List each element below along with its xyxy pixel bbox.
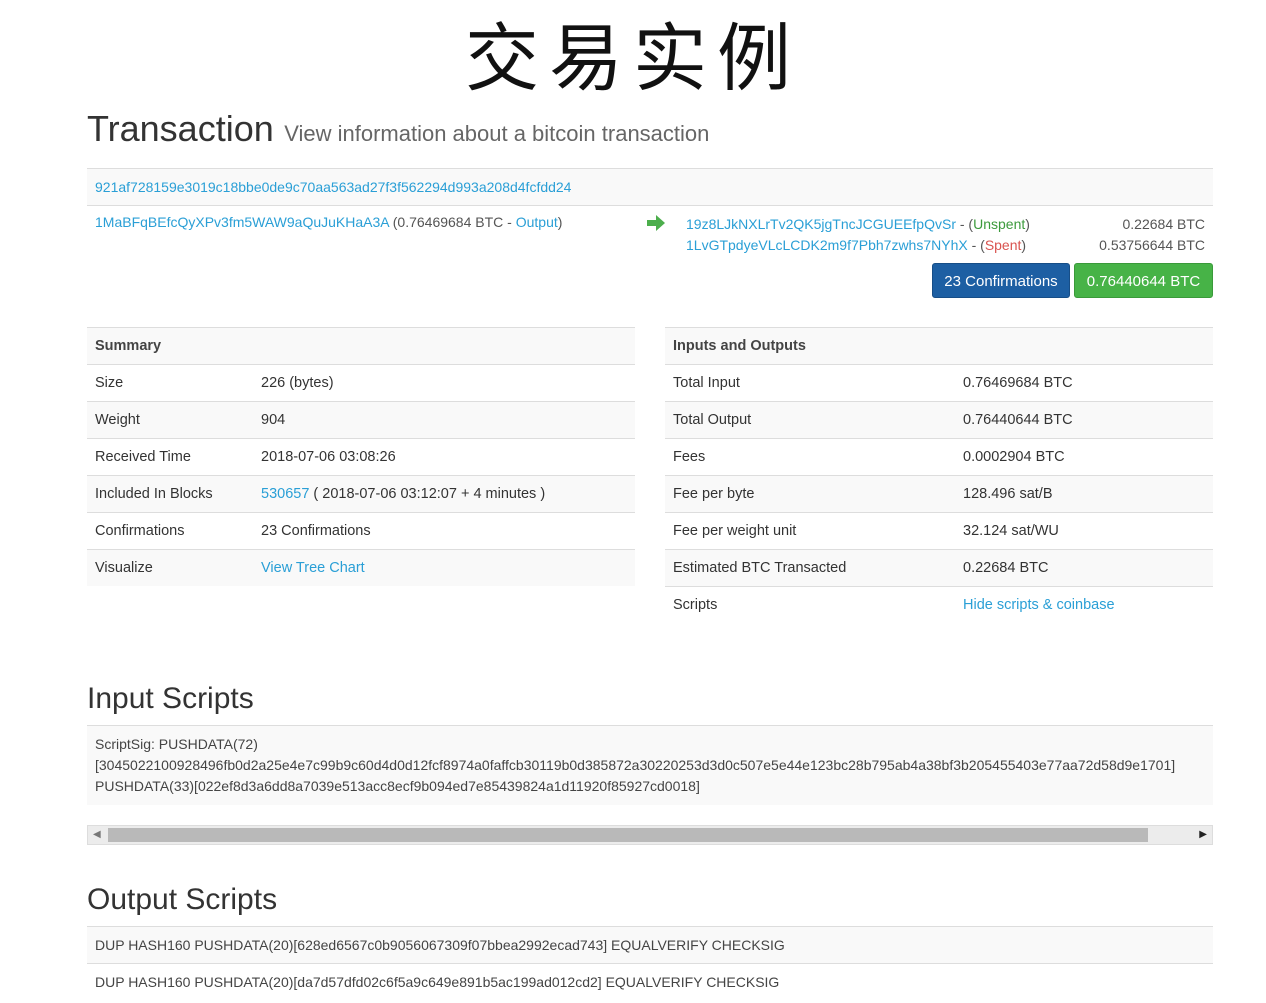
total-amount-button[interactable]: 0.76440644 BTC xyxy=(1074,263,1213,298)
output-amount: 0.53756644 BTC xyxy=(1099,237,1205,253)
total-output-value: 0.76440644 BTC xyxy=(955,401,1213,439)
script-pubkey-data-line: PUSHDATA(33)[022ef8d3a6dd8a7039e513acc8e… xyxy=(95,778,700,794)
included-in-blocks-label: Included In Blocks xyxy=(87,475,253,513)
scroll-right-icon[interactable]: ▶ xyxy=(1199,826,1207,844)
script-sig-line: ScriptSig: PUSHDATA(72) xyxy=(95,736,258,752)
included-in-blocks-value: 530657 ( 2018-07-06 03:12:07 + 4 minutes… xyxy=(253,475,635,513)
fee-per-weight-label: Fee per weight unit xyxy=(665,512,955,550)
block-height-link[interactable]: 530657 xyxy=(261,486,309,502)
script-sig-data-line: [3045022100928496fb0d2a25e4e7c99b9c60d4d… xyxy=(95,757,1176,773)
scroll-left-icon[interactable]: ◀ xyxy=(93,826,101,844)
confirmations-value: 23 Confirmations xyxy=(253,512,635,550)
size-value: 226 (bytes) xyxy=(253,364,635,402)
scripts-value: Hide scripts & coinbase xyxy=(955,586,1213,623)
estimated-btc-value: 0.22684 BTC xyxy=(955,549,1213,587)
output-close-paren: ) xyxy=(1021,237,1027,253)
banner-title: 交易实例 xyxy=(465,16,801,102)
fee-per-byte-label: Fee per byte xyxy=(665,475,955,513)
fees-label: Fees xyxy=(665,438,955,476)
input-scripts-box: ScriptSig: PUSHDATA(72) [304502210092849… xyxy=(87,725,1213,805)
tx-hash-bar: 921af728159e3019c18bbe0de9c70aa563ad27f3… xyxy=(87,168,1213,206)
tx-input: 1MaBFqBEfcQyXPv3fm5WAW9aQuJuKHaA3A (0.76… xyxy=(95,214,562,230)
output-sep: - ( xyxy=(955,216,974,232)
block-time-text: ( 2018-07-06 03:12:07 + 4 minutes ) xyxy=(309,486,546,502)
estimated-btc-label: Estimated BTC Transacted xyxy=(665,549,955,587)
page-header: Transaction View information about a bit… xyxy=(87,108,709,150)
visualize-label: Visualize xyxy=(87,549,253,586)
output-row: 1LvGTpdyeVLcLCDK2m9f7Pbh7zwhs7NYhX - (Sp… xyxy=(686,235,1205,256)
output-address-link[interactable]: 1LvGTpdyeVLcLCDK2m9f7Pbh7zwhs7NYhX xyxy=(686,237,968,253)
page-subtitle: View information about a bitcoin transac… xyxy=(284,121,710,146)
input-close-paren: ) xyxy=(557,214,563,230)
total-input-value: 0.76469684 BTC xyxy=(955,364,1213,402)
arrow-right-icon xyxy=(645,212,669,236)
output-status-unspent[interactable]: Unspent xyxy=(973,216,1025,232)
weight-value: 904 xyxy=(253,401,635,439)
output-scripts-title: Output Scripts xyxy=(87,883,278,916)
output-amount: 0.22684 BTC xyxy=(1122,216,1206,232)
output-script-row: DUP HASH160 PUSHDATA(20)[da7d57dfd02c6f5… xyxy=(87,963,1213,1000)
io-heading: Inputs and Outputs xyxy=(665,327,1213,365)
input-output-link[interactable]: Output xyxy=(516,214,558,230)
hide-scripts-link[interactable]: Hide scripts & coinbase xyxy=(963,597,1115,613)
received-time-value: 2018-07-06 03:08:26 xyxy=(253,438,635,476)
output-script-row: DUP HASH160 PUSHDATA(20)[628ed6567c0b905… xyxy=(87,926,1213,963)
input-scripts-title: Input Scripts xyxy=(87,682,254,715)
summary-table: Summary Size 226 (bytes) Weight 904 Receiv… xyxy=(87,327,635,586)
tx-hash-link[interactable]: 921af728159e3019c18bbe0de9c70aa563ad27f3… xyxy=(95,179,571,195)
confirmations-button[interactable]: 23 Confirmations xyxy=(932,263,1070,298)
summary-heading: Summary xyxy=(87,327,635,365)
output-row: 19z8LJkNXLrTv2QK5jgTncJCGUEEfpQvSr - (Un… xyxy=(686,214,1205,235)
fees-value: 0.0002904 BTC xyxy=(955,438,1213,476)
received-time-label: Received Time xyxy=(87,438,253,476)
fee-per-byte-value: 128.496 sat/B xyxy=(955,475,1213,513)
total-input-label: Total Input xyxy=(665,364,955,402)
view-tree-chart-link[interactable]: View Tree Chart xyxy=(261,560,365,576)
output-address-link[interactable]: 19z8LJkNXLrTv2QK5jgTncJCGUEEfpQvSr xyxy=(686,216,956,232)
size-label: Size xyxy=(87,364,253,402)
fee-per-weight-value: 32.124 sat/WU xyxy=(955,512,1213,550)
output-status-spent[interactable]: Spent xyxy=(985,237,1022,253)
output-sep: - ( xyxy=(967,237,985,253)
visualize-value: View Tree Chart xyxy=(253,549,635,586)
inputs-outputs-table: Inputs and Outputs Total Input 0.76469684… xyxy=(665,327,1213,623)
tx-outputs: 19z8LJkNXLrTv2QK5jgTncJCGUEEfpQvSr - (Un… xyxy=(686,214,1205,256)
total-output-label: Total Output xyxy=(665,401,955,439)
horizontal-scrollbar[interactable]: ◀ ▶ xyxy=(87,825,1213,845)
confirmations-label: Confirmations xyxy=(87,512,253,550)
page-title: Transaction xyxy=(87,108,274,149)
weight-label: Weight xyxy=(87,401,253,439)
input-address-link[interactable]: 1MaBFqBEfcQyXPv3fm5WAW9aQuJuKHaA3A xyxy=(95,214,389,230)
scrollbar-thumb[interactable] xyxy=(108,828,1148,842)
output-close-paren: ) xyxy=(1025,216,1030,232)
input-amount: (0.76469684 BTC - xyxy=(388,214,516,230)
scripts-label: Scripts xyxy=(665,586,955,623)
